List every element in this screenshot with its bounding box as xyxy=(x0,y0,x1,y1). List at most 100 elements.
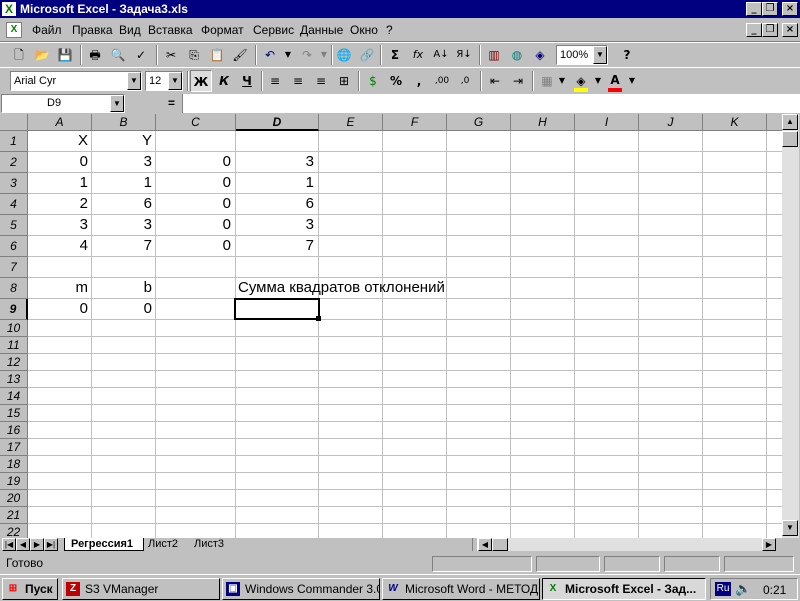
row-header-2[interactable]: 2 xyxy=(0,152,28,173)
column-header-f[interactable]: F xyxy=(383,114,447,131)
menu-edit[interactable]: Правка xyxy=(72,23,113,37)
chart-wizard-icon[interactable]: ▥ xyxy=(483,44,505,66)
doc-minimize-icon[interactable]: _ xyxy=(746,23,762,37)
spelling-icon[interactable]: ✓ xyxy=(130,44,152,66)
new-icon[interactable]: 🗋 xyxy=(8,44,30,66)
office-assistant-icon[interactable]: ? xyxy=(616,44,638,66)
cell-c4[interactable]: 0 xyxy=(156,194,231,214)
row-header-17[interactable]: 17 xyxy=(0,439,28,456)
sort-descending-icon[interactable]: Я↓ xyxy=(453,44,475,66)
row-header-20[interactable]: 20 xyxy=(0,490,28,507)
row-header-18[interactable]: 18 xyxy=(0,456,28,473)
open-icon[interactable]: 📂 xyxy=(31,44,53,66)
decrease-indent-icon[interactable]: ⇤ xyxy=(484,70,506,92)
font-size-combo[interactable]: 12 ▼ xyxy=(145,71,183,91)
hyperlink-icon[interactable]: 🔗 xyxy=(356,44,378,66)
prev-sheet-icon[interactable]: ◀ xyxy=(16,538,30,551)
redo-dropdown-icon[interactable]: ▼ xyxy=(318,44,330,66)
row-header-15[interactable]: 15 xyxy=(0,405,28,422)
copy-icon[interactable]: ⎘ xyxy=(183,44,205,66)
fill-color-dropdown-icon[interactable]: ▼ xyxy=(592,70,604,92)
cell-a1[interactable]: X xyxy=(28,131,88,151)
horizontal-scroll-thumb[interactable] xyxy=(492,538,508,551)
chevron-down-icon[interactable]: ▼ xyxy=(127,72,141,90)
cell-c5[interactable]: 0 xyxy=(156,215,231,235)
cell-d6[interactable]: 7 xyxy=(236,236,314,256)
sheet-tab-list3[interactable]: Лист3 xyxy=(192,538,238,551)
task-microsoft-excel[interactable]: X Microsoft Excel - Зад... xyxy=(542,578,706,600)
column-header-j[interactable]: J xyxy=(639,114,703,131)
row-header-16[interactable]: 16 xyxy=(0,422,28,439)
cell-b8[interactable]: b xyxy=(92,278,152,298)
vertical-scrollbar[interactable]: ▲ ▼ xyxy=(782,114,799,538)
italic-button[interactable]: К xyxy=(213,70,235,92)
cell-b4[interactable]: 6 xyxy=(92,194,152,214)
last-sheet-icon[interactable]: ▶| xyxy=(44,538,58,551)
map-icon[interactable]: ◍ xyxy=(506,44,528,66)
percent-button[interactable]: % xyxy=(385,70,407,92)
cell-c3[interactable]: 0 xyxy=(156,173,231,193)
function-wizard-icon[interactable]: fx xyxy=(407,44,429,66)
row-header-21[interactable]: 21 xyxy=(0,507,28,524)
cell-d4[interactable]: 6 xyxy=(236,194,314,214)
borders-icon[interactable]: ▦ xyxy=(536,70,558,92)
sheet-tab-regression1[interactable]: Регрессия1 xyxy=(64,538,144,551)
cell-a2[interactable]: 0 xyxy=(28,152,88,172)
menu-data[interactable]: Данные xyxy=(300,23,343,37)
cell-b1[interactable]: Y xyxy=(92,131,152,151)
comma-style-button[interactable]: , xyxy=(408,70,430,92)
menu-file[interactable]: Файл xyxy=(32,23,62,37)
column-header-i[interactable]: I xyxy=(575,114,639,131)
column-header-e[interactable]: E xyxy=(319,114,383,131)
zoom-combo[interactable]: 100% ▼ xyxy=(556,45,608,65)
doc-restore-icon[interactable]: ❐ xyxy=(762,23,778,37)
scroll-thumb[interactable] xyxy=(782,131,798,147)
row-header-1[interactable]: 1 xyxy=(0,131,28,152)
undo-dropdown-icon[interactable]: ▼ xyxy=(282,44,294,66)
cell-c2[interactable]: 0 xyxy=(156,152,231,172)
increase-indent-icon[interactable]: ⇥ xyxy=(507,70,529,92)
sheet-tab-list2[interactable]: Лист2 xyxy=(146,538,192,551)
autosum-icon[interactable]: Σ xyxy=(384,44,406,66)
row-header-14[interactable]: 14 xyxy=(0,388,28,405)
scroll-up-icon[interactable]: ▲ xyxy=(782,114,798,130)
next-sheet-icon[interactable]: ▶ xyxy=(30,538,44,551)
scroll-left-icon[interactable]: ◀ xyxy=(478,538,492,551)
fill-handle[interactable] xyxy=(316,316,321,321)
column-header-a[interactable]: A xyxy=(28,114,92,131)
decrease-decimal-icon[interactable]: ,0 xyxy=(454,70,476,92)
row-header-6[interactable]: 6 xyxy=(0,236,28,257)
cell-d5[interactable]: 3 xyxy=(236,215,314,235)
cell-d2[interactable]: 3 xyxy=(236,152,314,172)
cell-a6[interactable]: 4 xyxy=(28,236,88,256)
sort-ascending-icon[interactable]: A↓ xyxy=(430,44,452,66)
column-header-c[interactable]: C xyxy=(156,114,236,131)
cell-b5[interactable]: 3 xyxy=(92,215,152,235)
task-windows-commander[interactable]: ▣ Windows Commander 3.0... xyxy=(222,578,380,600)
row-header-8[interactable]: 8 xyxy=(0,278,28,299)
bold-button[interactable]: Ж xyxy=(190,70,212,92)
save-icon[interactable]: 💾 xyxy=(54,44,76,66)
window-title-bar[interactable]: X Microsoft Excel - Задача3.xls _ ❐ × xyxy=(0,0,800,18)
menu-window[interactable]: Окно xyxy=(350,23,378,37)
row-header-5[interactable]: 5 xyxy=(0,215,28,236)
cell-b2[interactable]: 3 xyxy=(92,152,152,172)
row-header-10[interactable]: 10 xyxy=(0,320,28,337)
drawing-icon[interactable]: ◈ xyxy=(529,44,551,66)
column-header-g[interactable]: G xyxy=(447,114,511,131)
scroll-down-icon[interactable]: ▼ xyxy=(782,520,798,536)
align-right-icon[interactable]: ≡ xyxy=(310,70,332,92)
scroll-right-icon[interactable]: ▶ xyxy=(762,538,776,551)
row-header-13[interactable]: 13 xyxy=(0,371,28,388)
horizontal-scroll-track[interactable] xyxy=(508,538,762,551)
cell-d3[interactable]: 1 xyxy=(236,173,314,193)
print-icon[interactable]: 🖶 xyxy=(84,44,106,66)
redo-icon[interactable]: ↷ xyxy=(296,44,318,66)
cell-a4[interactable]: 2 xyxy=(28,194,88,214)
row-header-12[interactable]: 12 xyxy=(0,354,28,371)
font-color-dropdown-icon[interactable]: ▼ xyxy=(626,70,638,92)
cell-c6[interactable]: 0 xyxy=(156,236,231,256)
chevron-down-icon[interactable]: ▼ xyxy=(168,72,182,90)
cell-a9[interactable]: 0 xyxy=(28,299,88,319)
menu-insert[interactable]: Вставка xyxy=(148,23,193,37)
